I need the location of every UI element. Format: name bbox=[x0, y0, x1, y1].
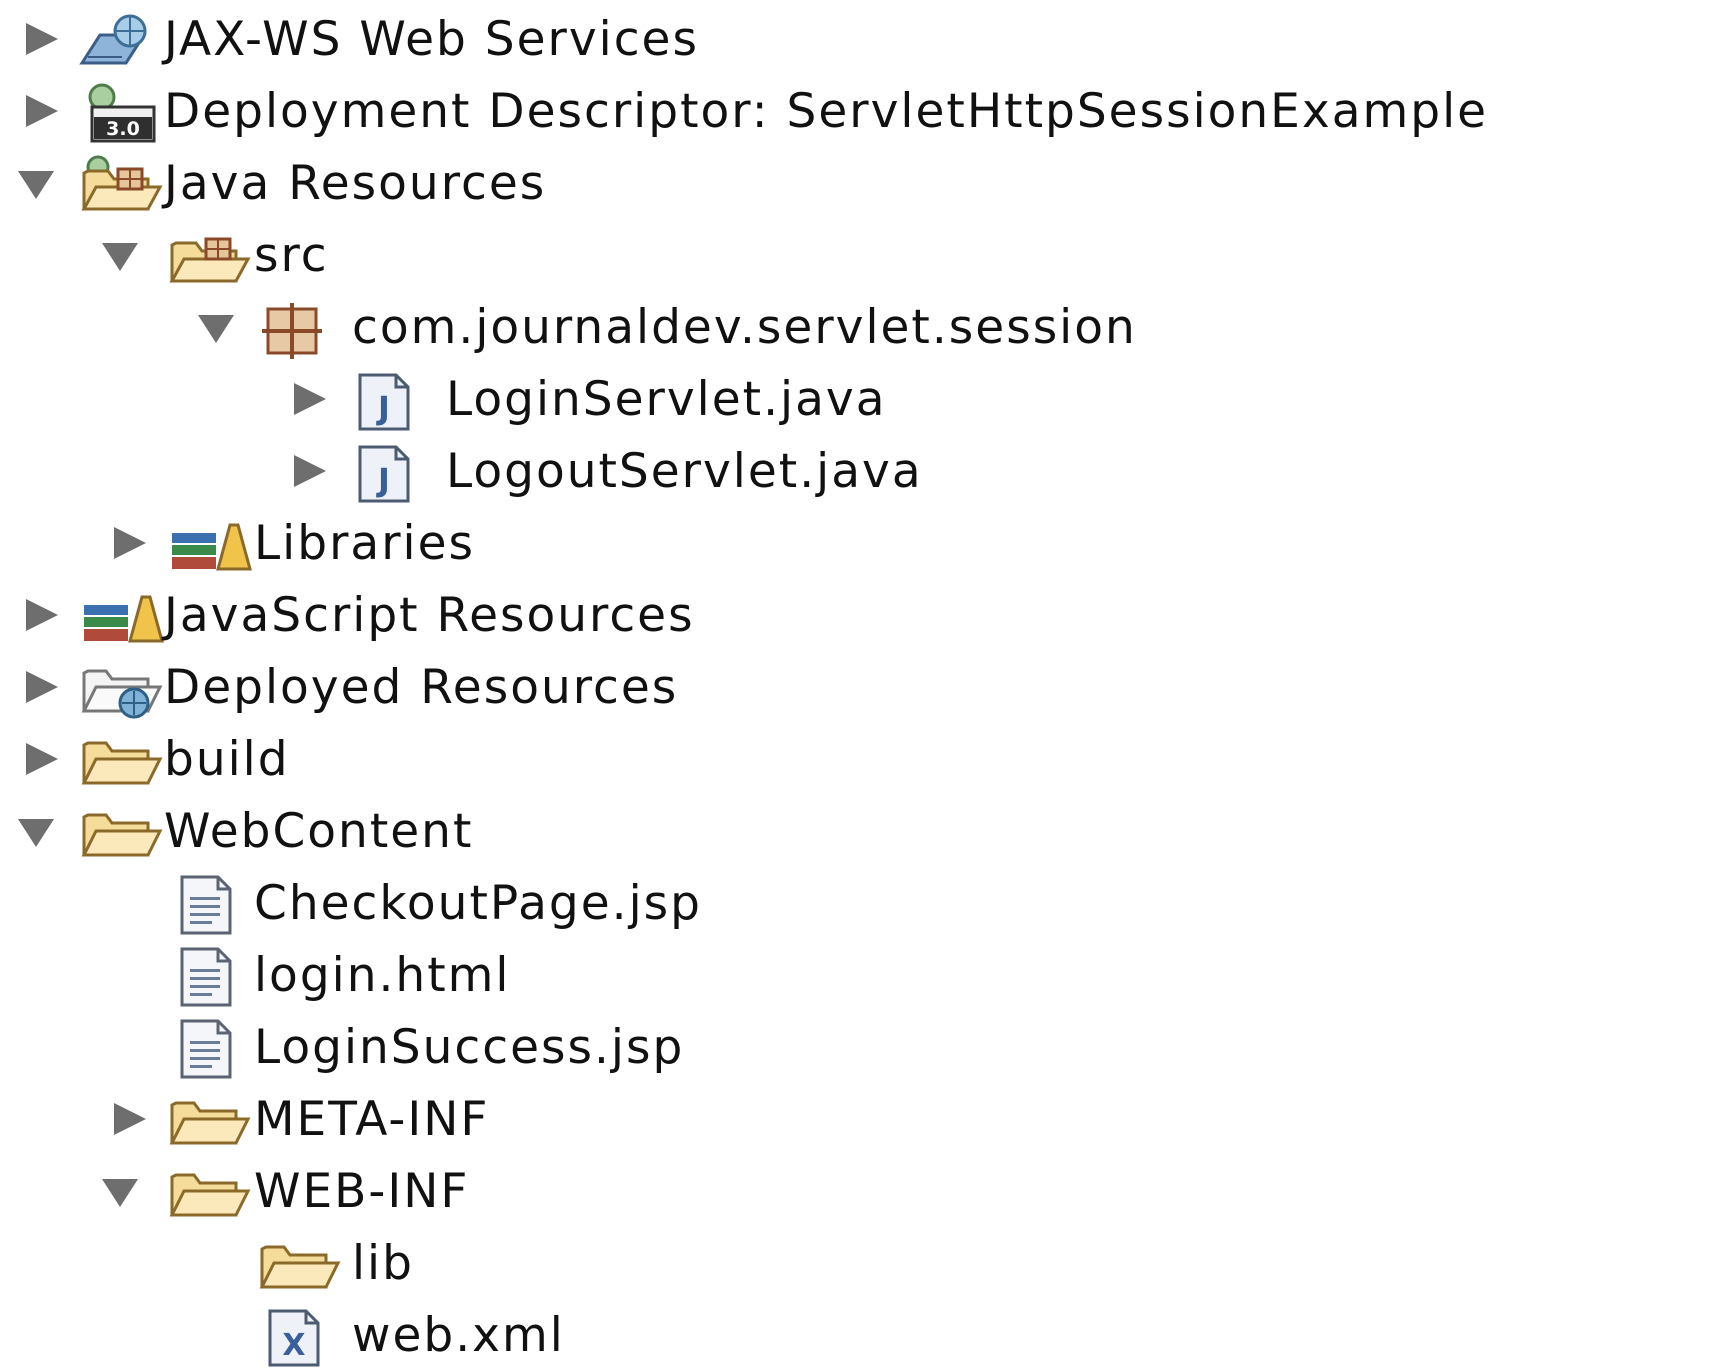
tree-item-label: LoginSuccess.jsp bbox=[254, 1020, 685, 1075]
expand-arrow-icon[interactable] bbox=[108, 525, 148, 561]
libraries-icon bbox=[168, 515, 256, 575]
tree-item-label: Java Resources bbox=[164, 156, 547, 211]
tree-item-src[interactable]: src bbox=[0, 219, 1714, 291]
expand-arrow-icon[interactable] bbox=[20, 93, 60, 129]
tree-item-label: login.html bbox=[254, 948, 511, 1003]
version-badge: 3.0 bbox=[106, 118, 140, 140]
deployed-resources-icon bbox=[78, 659, 166, 719]
tree-item-label: Deployed Resources bbox=[164, 660, 679, 715]
package-icon bbox=[256, 299, 344, 359]
xml-file-icon: X bbox=[256, 1307, 344, 1367]
tree-item-libraries[interactable]: Libraries bbox=[0, 507, 1714, 579]
expand-arrow-icon[interactable] bbox=[20, 669, 60, 705]
folder-icon bbox=[166, 1163, 254, 1223]
collapse-arrow-icon[interactable] bbox=[196, 309, 236, 345]
tree-item-logout-servlet[interactable]: J LogoutServlet.java bbox=[0, 435, 1714, 507]
text-file-icon bbox=[164, 875, 252, 935]
expand-arrow-icon[interactable] bbox=[20, 597, 60, 633]
expand-arrow-icon[interactable] bbox=[108, 1101, 148, 1137]
tree-item-package[interactable]: com.journaldev.servlet.session bbox=[0, 291, 1714, 363]
tree-item-build[interactable]: build bbox=[0, 723, 1714, 795]
tree-item-label: META-INF bbox=[254, 1092, 490, 1147]
tree-item-jaxws-web-services[interactable]: JAX-WS Web Services bbox=[0, 3, 1714, 75]
tree-item-label: JAX-WS Web Services bbox=[164, 12, 699, 67]
collapse-arrow-icon[interactable] bbox=[16, 813, 56, 849]
javascript-resources-icon bbox=[80, 587, 168, 647]
tree-item-label: WebContent bbox=[164, 804, 474, 859]
tree-item-login-servlet[interactable]: J LoginServlet.java bbox=[0, 363, 1714, 435]
folder-icon bbox=[78, 731, 166, 791]
tree-item-javascript-resources[interactable]: JavaScript Resources bbox=[0, 579, 1714, 651]
tree-item-java-resources[interactable]: Java Resources bbox=[0, 147, 1714, 219]
tree-item-label: Libraries bbox=[254, 516, 475, 571]
web-services-icon bbox=[78, 11, 166, 71]
java-file-icon: J bbox=[346, 371, 434, 431]
tree-item-label: WEB-INF bbox=[254, 1164, 470, 1219]
tree-item-checkout-jsp[interactable]: CheckoutPage.jsp bbox=[0, 867, 1714, 939]
tree-item-label: CheckoutPage.jsp bbox=[254, 876, 702, 931]
java-file-icon: J bbox=[346, 443, 434, 503]
tree-item-webcontent[interactable]: WebContent bbox=[0, 795, 1714, 867]
tree-item-login-success-jsp[interactable]: LoginSuccess.jsp bbox=[0, 1011, 1714, 1083]
collapse-arrow-icon[interactable] bbox=[100, 1173, 140, 1209]
tree-item-lib[interactable]: lib bbox=[0, 1227, 1714, 1299]
tree-item-label: lib bbox=[352, 1236, 414, 1291]
expand-arrow-icon[interactable] bbox=[288, 381, 328, 417]
deployment-descriptor-icon: 3.0 bbox=[78, 83, 166, 143]
expand-arrow-icon[interactable] bbox=[20, 741, 60, 777]
expand-arrow-icon[interactable] bbox=[20, 21, 60, 57]
tree-item-label: Deployment Descriptor: ServletHttpSessio… bbox=[164, 84, 1489, 139]
tree-item-label: LoginServlet.java bbox=[446, 372, 887, 427]
folder-icon bbox=[78, 803, 166, 863]
tree-item-web-inf[interactable]: WEB-INF bbox=[0, 1155, 1714, 1227]
svg-text:J: J bbox=[376, 461, 390, 499]
project-explorer-tree: JAX-WS Web Services 3.0 Deployment Descr… bbox=[0, 3, 1714, 1371]
svg-text:X: X bbox=[282, 1328, 305, 1363]
folder-icon bbox=[256, 1235, 344, 1295]
collapse-arrow-icon[interactable] bbox=[16, 165, 56, 201]
tree-item-label: LogoutServlet.java bbox=[446, 444, 923, 499]
text-file-icon bbox=[164, 1019, 252, 1079]
folder-icon bbox=[166, 1091, 254, 1151]
tree-item-deployed-resources[interactable]: Deployed Resources bbox=[0, 651, 1714, 723]
source-folder-icon bbox=[166, 227, 254, 287]
tree-item-web-xml[interactable]: X web.xml bbox=[0, 1299, 1714, 1371]
collapse-arrow-icon[interactable] bbox=[100, 237, 140, 273]
svg-text:J: J bbox=[376, 389, 390, 427]
tree-item-label: com.journaldev.servlet.session bbox=[352, 300, 1137, 355]
java-resources-icon bbox=[78, 155, 166, 215]
tree-item-label: JavaScript Resources bbox=[164, 588, 695, 643]
text-file-icon bbox=[164, 947, 252, 1007]
tree-item-label: src bbox=[254, 228, 329, 283]
tree-item-meta-inf[interactable]: META-INF bbox=[0, 1083, 1714, 1155]
tree-item-login-html[interactable]: login.html bbox=[0, 939, 1714, 1011]
expand-arrow-icon[interactable] bbox=[288, 453, 328, 489]
tree-item-label: web.xml bbox=[352, 1308, 565, 1363]
tree-item-deployment-descriptor[interactable]: 3.0 Deployment Descriptor: ServletHttpSe… bbox=[0, 75, 1714, 147]
tree-item-label: build bbox=[164, 732, 290, 787]
